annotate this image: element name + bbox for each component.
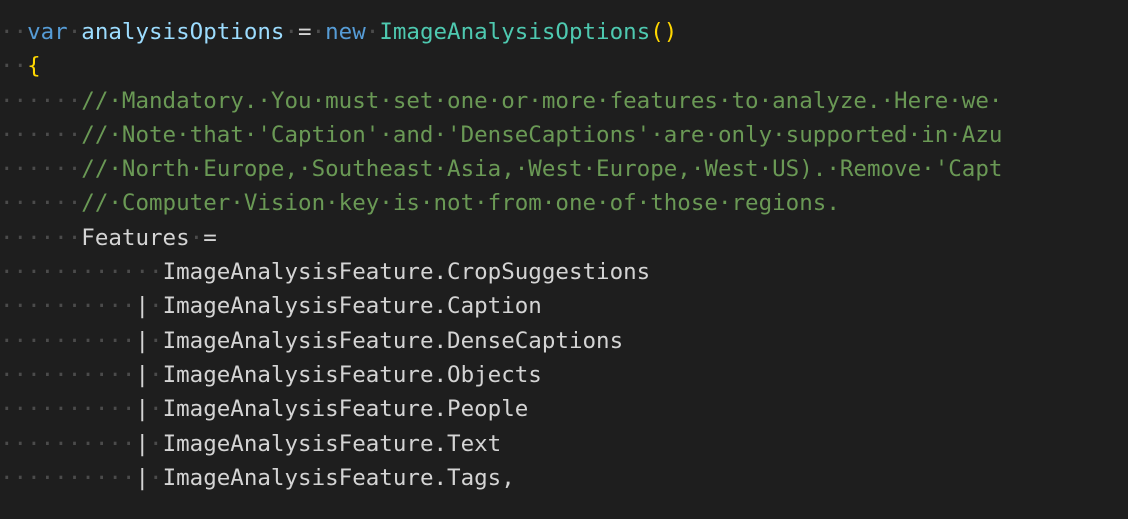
whitespace-token: · <box>284 19 299 45</box>
pipe-operator-token: | <box>135 396 150 423</box>
whitespace-token: · <box>311 19 326 45</box>
operator-token: = <box>203 224 217 251</box>
identifier-token: ImageAnalysisFeature.CropSuggestions <box>162 259 651 286</box>
paren-token: () <box>650 19 678 45</box>
indent-whitespace: ·· <box>0 19 28 45</box>
whitespace-token: · <box>149 361 163 388</box>
code-line[interactable]: ··········|·ImageAnalysisFeature.Tags, <box>0 461 1128 495</box>
indent-whitespace: ······ <box>0 87 82 114</box>
whitespace-token: · <box>149 430 163 457</box>
whitespace-token: · <box>149 464 163 491</box>
indent-whitespace: ············ <box>0 259 163 286</box>
code-line[interactable]: ············ImageAnalysisFeature.CropSug… <box>0 255 1128 289</box>
brace-token: { <box>27 53 41 80</box>
keyword-token: new <box>325 19 366 45</box>
code-line[interactable]: ······Features·= <box>0 221 1128 255</box>
whitespace-token: · <box>149 327 163 354</box>
indent-whitespace: ·········· <box>0 293 136 320</box>
pipe-operator-token: | <box>135 361 150 388</box>
identifier-token: ImageAnalysisFeature.Tags, <box>162 464 515 491</box>
identifier-token: ImageAnalysisFeature.Objects <box>162 361 542 388</box>
code-area[interactable]: ··var·analysisOptions·=·new·ImageAnalysi… <box>0 15 1128 495</box>
indent-whitespace: ······ <box>0 190 82 217</box>
whitespace-token: · <box>149 396 163 423</box>
indent-whitespace: ·········· <box>0 396 136 423</box>
indent-whitespace: ······ <box>0 156 82 183</box>
code-line[interactable]: ······//·Computer·Vision·key·is·not·from… <box>0 186 1128 220</box>
identifier-token: ImageAnalysisFeature.DenseCaptions <box>162 327 624 354</box>
indent-whitespace: ·········· <box>0 361 136 388</box>
variable-token: analysisOptions <box>81 19 285 45</box>
operator-token: = <box>298 19 312 45</box>
comment-token: //·Note·that·'Caption'·and·'DenseCaption… <box>81 121 1003 148</box>
code-editor[interactable]: ··var·analysisOptions·=·new·ImageAnalysi… <box>0 0 1128 519</box>
pipe-operator-token: | <box>135 327 150 354</box>
code-line[interactable]: ··{ <box>0 49 1128 83</box>
code-line[interactable]: ······//·North·Europe,·Southeast·Asia,·W… <box>0 152 1128 186</box>
comment-token: //·Computer·Vision·key·is·not·from·one·o… <box>81 190 840 217</box>
identifier-token: ImageAnalysisFeature.Text <box>162 430 502 457</box>
indent-whitespace: ·········· <box>0 430 136 457</box>
indent-whitespace: ·········· <box>0 327 136 354</box>
code-line[interactable]: ······//·Note·that·'Caption'·and·'DenseC… <box>0 118 1128 152</box>
keyword-token: var <box>27 19 68 45</box>
code-line[interactable]: ··········|·ImageAnalysisFeature.Objects <box>0 358 1128 392</box>
comment-token: //·North·Europe,·Southeast·Asia,·West·Eu… <box>81 156 1003 183</box>
code-line[interactable]: ··········|·ImageAnalysisFeature.People <box>0 392 1128 426</box>
pipe-operator-token: | <box>135 293 150 320</box>
indent-whitespace: ·· <box>0 53 28 80</box>
code-line[interactable]: ··var·analysisOptions·=·new·ImageAnalysi… <box>0 15 1128 49</box>
indent-whitespace: ······ <box>0 121 82 148</box>
identifier-token: ImageAnalysisFeature.Caption <box>162 293 542 320</box>
indent-whitespace: ······ <box>0 224 82 251</box>
indent-whitespace: ·········· <box>0 464 136 491</box>
whitespace-token: · <box>149 293 163 320</box>
property-token: Features <box>81 224 190 251</box>
type-token: ImageAnalysisOptions <box>379 19 651 45</box>
whitespace-token: · <box>189 224 204 251</box>
code-line[interactable]: ··········|·ImageAnalysisFeature.Text <box>0 427 1128 461</box>
code-line[interactable]: ··········|·ImageAnalysisFeature.DenseCa… <box>0 324 1128 358</box>
code-line[interactable]: ··········|·ImageAnalysisFeature.Caption <box>0 289 1128 323</box>
pipe-operator-token: | <box>135 464 150 491</box>
identifier-token: ImageAnalysisFeature.People <box>162 396 529 423</box>
comment-token: //·Mandatory.·You·must·set·one·or·more·f… <box>81 87 1003 114</box>
code-line[interactable]: ······//·Mandatory.·You·must·set·one·or·… <box>0 84 1128 118</box>
whitespace-token: · <box>67 19 82 45</box>
whitespace-token: · <box>365 19 380 45</box>
pipe-operator-token: | <box>135 430 150 457</box>
